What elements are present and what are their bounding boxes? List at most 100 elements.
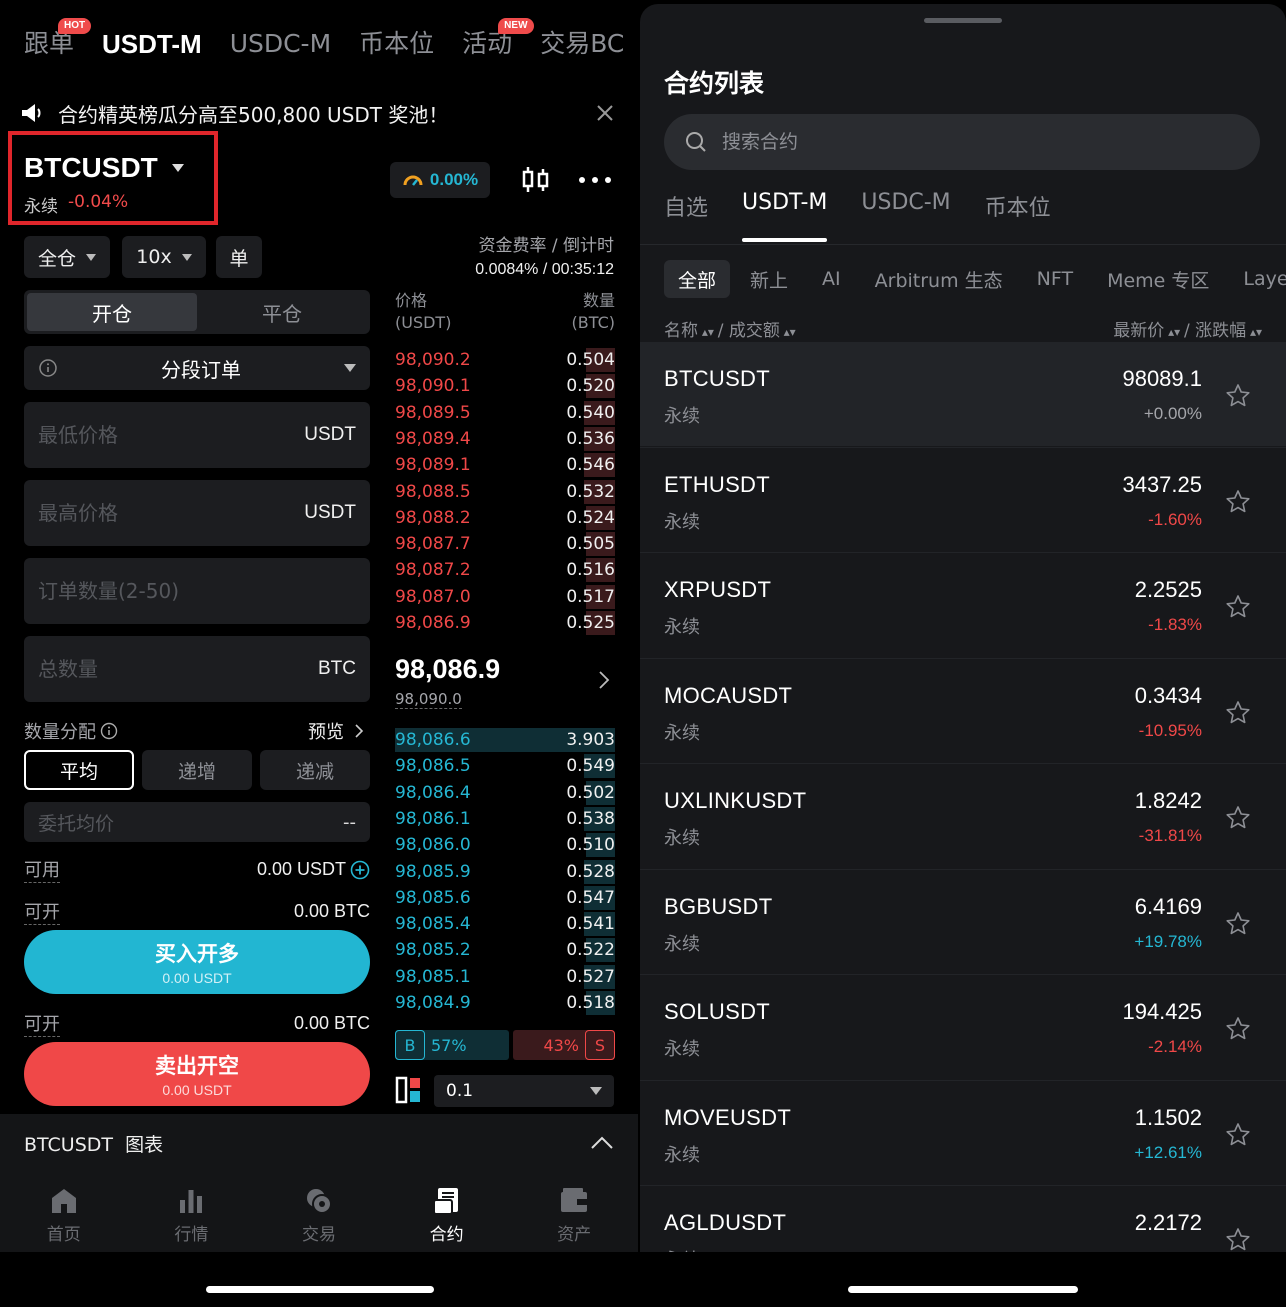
star-icon[interactable] bbox=[1224, 699, 1252, 727]
tab-usdc-m[interactable]: USDC-M bbox=[230, 26, 331, 66]
sort-by-name[interactable]: 名称 ▴▾ / 成交额 ▴▾ bbox=[664, 316, 796, 341]
nav-futures[interactable]: 合约 bbox=[383, 1172, 511, 1252]
sheet-grabber[interactable] bbox=[924, 18, 1002, 23]
contract-row[interactable]: ETHUSDT 永续 3437.25 -1.60% bbox=[640, 448, 1286, 552]
bid-row[interactable]: 98,085.9 0.528 bbox=[395, 859, 615, 885]
funding-gauge-badge[interactable]: 0.00% bbox=[390, 162, 490, 198]
bid-row[interactable]: 98,086.4 0.502 bbox=[395, 780, 615, 806]
tab-usdt-m[interactable]: USDT-M bbox=[102, 26, 202, 66]
ask-row[interactable]: 98,089.4 0.536 bbox=[395, 426, 615, 452]
ask-row[interactable]: 98,089.1 0.546 bbox=[395, 452, 615, 478]
bid-row[interactable]: 98,086.0 0.510 bbox=[395, 832, 615, 858]
bid-row[interactable]: 98,085.2 0.522 bbox=[395, 937, 615, 963]
contract-row[interactable]: BTCUSDT 永续 98089.1 +0.00% bbox=[640, 342, 1286, 446]
order-count-input[interactable] bbox=[38, 579, 356, 603]
ask-row[interactable]: 98,090.1 0.520 bbox=[395, 373, 615, 399]
promo-banner[interactable]: 合约精英榜瓜分高至500,800 USDT 奖池！ bbox=[20, 96, 616, 130]
tab-events[interactable]: 活动 NEW bbox=[462, 18, 534, 66]
tab-favorites[interactable]: 自选 bbox=[664, 190, 708, 242]
ask-row[interactable]: 98,088.5 0.532 bbox=[395, 479, 615, 505]
tab-usdt-m[interactable]: USDT-M bbox=[742, 190, 828, 242]
add-funds-icon[interactable] bbox=[350, 860, 370, 880]
bid-row[interactable]: 98,085.6 0.547 bbox=[395, 885, 615, 911]
tab-usdc-m[interactable]: USDC-M bbox=[861, 190, 950, 242]
low-price-input[interactable] bbox=[38, 423, 305, 447]
bid-row[interactable]: 98,086.5 0.549 bbox=[395, 753, 615, 779]
search-input[interactable] bbox=[722, 131, 1240, 153]
bid-row[interactable]: 98,086.1 0.538 bbox=[395, 806, 615, 832]
candlestick-icon[interactable] bbox=[520, 164, 552, 196]
info-icon[interactable] bbox=[100, 722, 118, 740]
total-quantity-field[interactable]: BTC bbox=[24, 636, 370, 702]
star-icon[interactable] bbox=[1224, 1226, 1252, 1252]
sort-by-price[interactable]: 最新价 ▴▾ / 涨跌幅 ▴▾ bbox=[1113, 316, 1262, 341]
ask-row[interactable]: 98,086.9 0.525 bbox=[395, 610, 615, 636]
star-icon[interactable] bbox=[1224, 1121, 1252, 1149]
preview-link[interactable]: 预览 bbox=[308, 718, 364, 744]
bid-row[interactable]: 98,085.1 0.527 bbox=[395, 964, 615, 990]
tab-open[interactable]: 开仓 bbox=[27, 293, 197, 331]
star-icon[interactable] bbox=[1224, 488, 1252, 516]
contract-row[interactable]: MOCAUSDT 永续 0.3434 -10.95% bbox=[640, 659, 1286, 763]
high-price-input[interactable] bbox=[38, 501, 305, 525]
order-count-field[interactable] bbox=[24, 558, 370, 624]
contract-row[interactable]: MOVEUSDT 永续 1.1502 +12.61% bbox=[640, 1081, 1286, 1185]
star-icon[interactable] bbox=[1224, 910, 1252, 938]
margin-mode-select[interactable]: 全仓 bbox=[24, 236, 110, 278]
nav-assets[interactable]: 资产 bbox=[510, 1172, 638, 1252]
tab-close[interactable]: 平仓 bbox=[197, 293, 367, 331]
order-type-select[interactable]: 分段订单 bbox=[24, 346, 370, 390]
ask-row[interactable]: 98,087.2 0.516 bbox=[395, 557, 615, 583]
contract-row[interactable]: XRPUSDT 永续 2.2525 -1.83% bbox=[640, 553, 1286, 657]
tab-coin-m[interactable]: 币本位 bbox=[359, 26, 434, 66]
distribution-decrease-button[interactable]: 递减 bbox=[260, 750, 370, 790]
bid-row[interactable]: 98,084.9 0.518 bbox=[395, 990, 615, 1016]
tab-copy-trade[interactable]: 跟单 HOT bbox=[24, 18, 92, 66]
high-price-field[interactable]: USDT bbox=[24, 480, 370, 546]
contract-row[interactable]: BGBUSDT 永续 6.4169 +19.78% bbox=[640, 870, 1286, 974]
contract-row[interactable]: UXLINKUSDT 永续 1.8242 -31.81% bbox=[640, 764, 1286, 868]
distribution-even-button[interactable]: 平均 bbox=[24, 750, 134, 790]
ask-row[interactable]: 98,087.0 0.517 bbox=[395, 584, 615, 610]
contract-row[interactable]: AGLDUSDT 永续 2.2172 bbox=[640, 1186, 1286, 1252]
star-icon[interactable] bbox=[1224, 382, 1252, 410]
star-icon[interactable] bbox=[1224, 593, 1252, 621]
ask-row[interactable]: 98,089.5 0.540 bbox=[395, 400, 615, 426]
buy-long-button[interactable]: 买入开多 0.00 USDT bbox=[24, 930, 370, 994]
bid-row[interactable]: 98,085.4 0.541 bbox=[395, 911, 615, 937]
category-ai[interactable]: AI bbox=[822, 260, 841, 298]
ask-row[interactable]: 98,090.2 0.504 bbox=[395, 347, 615, 373]
info-icon[interactable] bbox=[38, 358, 58, 378]
low-price-field[interactable]: USDT bbox=[24, 402, 370, 468]
bid-row[interactable]: 98,086.6 3.903 bbox=[395, 727, 615, 753]
chevron-right-icon[interactable] bbox=[598, 670, 610, 690]
category-meme[interactable]: Meme 专区 bbox=[1107, 260, 1209, 298]
nav-home[interactable]: 首页 bbox=[0, 1172, 128, 1252]
chart-toggle-bar[interactable]: BTCUSDT 图表 bbox=[0, 1114, 638, 1172]
leverage-select[interactable]: 10x bbox=[122, 236, 206, 278]
more-icon[interactable] bbox=[578, 174, 612, 186]
depth-step-select[interactable]: 0.1 bbox=[434, 1075, 614, 1107]
tab-coin-m[interactable]: 币本位 bbox=[985, 190, 1051, 242]
last-price[interactable]: 98,086.9 bbox=[395, 654, 500, 685]
category-all[interactable]: 全部 bbox=[664, 260, 731, 298]
depth-layout-icon[interactable] bbox=[395, 1076, 423, 1104]
star-icon[interactable] bbox=[1224, 1015, 1252, 1043]
ask-row[interactable]: 98,087.7 0.505 bbox=[395, 531, 615, 557]
sell-short-button[interactable]: 卖出开空 0.00 USDT bbox=[24, 1042, 370, 1106]
nav-trade[interactable]: 交易 bbox=[255, 1172, 383, 1252]
contract-row[interactable]: SOLUSDT 永续 194.425 -2.14% bbox=[640, 975, 1286, 1079]
symbol-selector[interactable]: BTCUSDT bbox=[24, 152, 184, 184]
total-quantity-input[interactable] bbox=[38, 657, 318, 681]
distribution-increase-button[interactable]: 递增 bbox=[142, 750, 252, 790]
ask-row[interactable]: 98,088.2 0.524 bbox=[395, 505, 615, 531]
nav-market[interactable]: 行情 bbox=[128, 1172, 256, 1252]
tab-trade-bot[interactable]: 交易BC bbox=[540, 26, 624, 66]
category-arbitrum[interactable]: Arbitrum 生态 bbox=[875, 260, 1003, 298]
close-icon[interactable] bbox=[594, 102, 616, 124]
star-icon[interactable] bbox=[1224, 804, 1252, 832]
position-mode-button[interactable]: 单 bbox=[216, 236, 262, 278]
search-bar[interactable] bbox=[664, 114, 1260, 170]
category-nft[interactable]: NFT bbox=[1037, 260, 1073, 298]
category-layer[interactable]: Layer bbox=[1243, 260, 1286, 298]
